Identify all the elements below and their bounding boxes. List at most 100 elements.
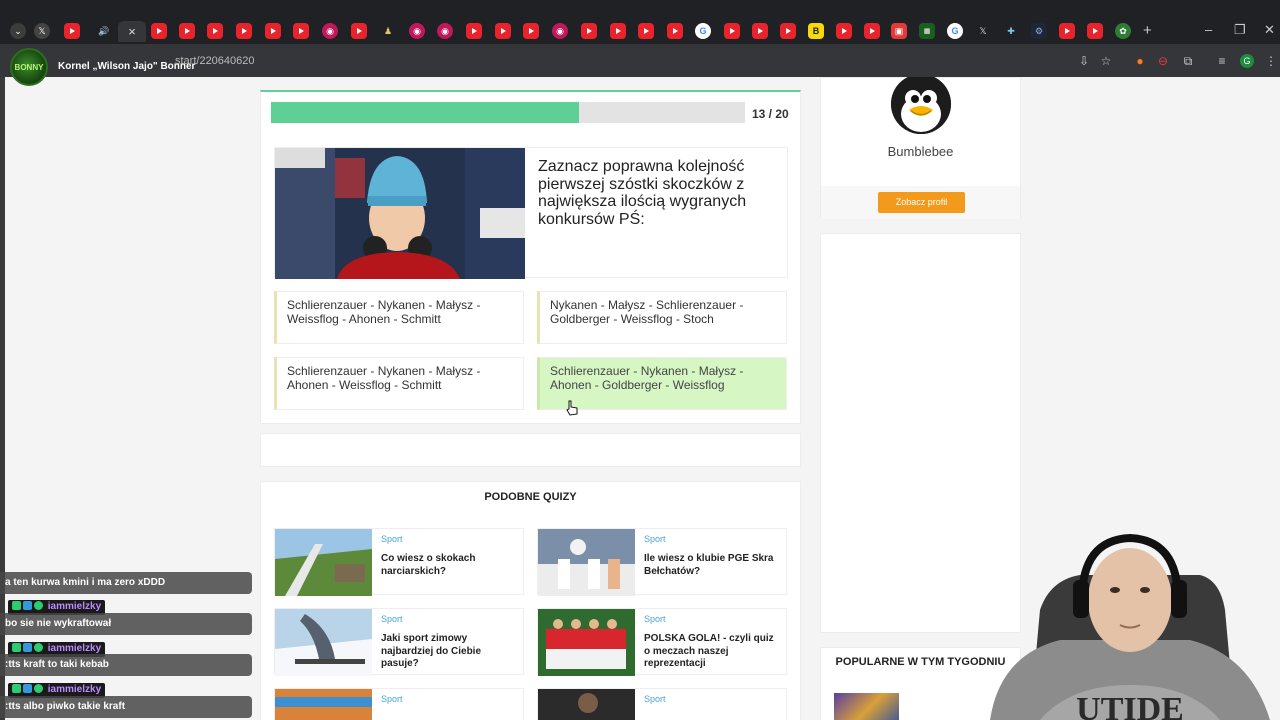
tab-youtube-icon[interactable]: [151, 23, 167, 39]
answer-option[interactable]: Schlierenzauer - Nykanen - Małysz - Weis…: [274, 291, 524, 344]
quiz-category[interactable]: Sport: [644, 534, 666, 544]
tab-record-icon[interactable]: ◉: [552, 23, 568, 39]
chat-user-name: iammielzky: [47, 601, 102, 612]
tab-youtube-icon[interactable]: [1059, 23, 1075, 39]
answer-option[interactable]: Nykanen - Małysz - Schlierenzauer - Gold…: [537, 291, 787, 344]
answer-text: Schlierenzauer - Nykanen - Małysz - Ahon…: [550, 364, 744, 392]
quiz-category[interactable]: Sport: [644, 694, 666, 704]
tab-youtube-icon[interactable]: [495, 23, 511, 39]
quiz-category[interactable]: Sport: [381, 614, 403, 624]
quiz-category[interactable]: Sport: [644, 614, 666, 624]
tab-plus-icon[interactable]: ✚: [1003, 23, 1019, 39]
tab-youtube-icon[interactable]: [236, 23, 252, 39]
chat-message: :tts kraft to taki kebab: [0, 654, 252, 676]
menu-icon[interactable]: ⋮: [1264, 54, 1278, 68]
quiz-card-link[interactable]: Sport: [537, 688, 787, 720]
chat-text: bo sie nie wykraftował: [5, 618, 112, 629]
quiz-card-link[interactable]: Sport Ile wiesz o klubie PGE Skra Bełcha…: [537, 528, 787, 596]
quiz-card-link[interactable]: Sport POLSKA GOLA! - czyli quiz o meczac…: [537, 608, 787, 676]
webcam-overlay: UTIDE: [970, 520, 1280, 720]
tab-youtube-icon[interactable]: [610, 23, 626, 39]
quiz-title[interactable]: Ile wiesz o klubie PGE Skra Bełchatów?: [644, 553, 782, 578]
popular-thumbnail[interactable]: [834, 693, 899, 720]
tab-youtube-icon[interactable]: [1087, 23, 1103, 39]
tab-audio-icon[interactable]: 🔊: [96, 23, 112, 39]
media-icon[interactable]: ≡: [1215, 54, 1229, 68]
quiz-title[interactable]: Jaki sport zimowy najbardziej do Ciebie …: [381, 633, 519, 671]
progress-fill: [271, 102, 580, 123]
answer-text: Schlierenzauer - Nykanen - Małysz - Ahon…: [287, 364, 481, 392]
tab-x-icon[interactable]: 𝕏: [34, 23, 50, 39]
quiz-title[interactable]: Co wiesz o skokach narciarskich?: [381, 553, 519, 578]
badge-icon: [34, 643, 43, 652]
tab-person-icon[interactable]: ♟: [380, 23, 396, 39]
tab-shop-icon[interactable]: ▣: [891, 23, 907, 39]
tab-record-icon[interactable]: ◉: [437, 23, 453, 39]
tab-youtube-icon[interactable]: [638, 23, 654, 39]
tab-google-icon[interactable]: G: [695, 23, 711, 39]
tab-google-icon[interactable]: G: [947, 23, 963, 39]
chat-user-name: iammielzky: [47, 684, 102, 695]
close-window-icon[interactable]: ✕: [1264, 22, 1275, 38]
tab-youtube-icon[interactable]: [581, 23, 597, 39]
maximize-icon[interactable]: ❐: [1234, 22, 1246, 38]
quiz-category[interactable]: Sport: [381, 694, 403, 704]
tab-youtube-icon[interactable]: [667, 23, 683, 39]
adblock-icon[interactable]: ⊖: [1156, 54, 1170, 68]
tab-youtube-icon[interactable]: [207, 23, 223, 39]
close-tab-icon[interactable]: ×: [128, 24, 136, 39]
tab-youtube-icon[interactable]: [752, 23, 768, 39]
new-tab-icon[interactable]: +: [1143, 22, 1152, 39]
badge-icon: [23, 643, 32, 652]
tab-youtube-icon[interactable]: [293, 23, 309, 39]
quiz-card: 13 / 20 Zaznacz poprawna kolejność pierw…: [260, 90, 801, 424]
tab-youtube-icon[interactable]: [836, 23, 852, 39]
quiz-title[interactable]: POLSKA GOLA! - czyli quiz o meczach nasz…: [644, 633, 782, 671]
tab-bolt-icon[interactable]: B: [808, 23, 824, 39]
profile-name[interactable]: Bumblebee: [821, 144, 1020, 159]
tab-youtube-icon[interactable]: [780, 23, 796, 39]
tab-record-icon[interactable]: ◉: [409, 23, 425, 39]
extension-icon[interactable]: ●: [1133, 54, 1147, 68]
answer-option[interactable]: Schlierenzauer - Nykanen - Małysz - Ahon…: [274, 357, 524, 410]
tab-youtube-icon[interactable]: [265, 23, 281, 39]
progress-count: 13 / 20: [752, 107, 789, 121]
install-icon[interactable]: ⇩: [1077, 54, 1091, 68]
active-tab[interactable]: ×: [118, 21, 146, 42]
tab-youtube-icon[interactable]: [466, 23, 482, 39]
view-profile-button[interactable]: Zobacz profil: [878, 192, 965, 213]
tab-youtube-icon[interactable]: [351, 23, 367, 39]
tab-steam-icon[interactable]: ⚙: [1031, 23, 1047, 39]
tab-x-icon[interactable]: 𝕏: [975, 23, 991, 39]
quiz-thumbnail: [538, 609, 635, 676]
chat-text: :tts albo piwko takie kraft: [5, 701, 126, 712]
tab-youtube-icon[interactable]: [864, 23, 880, 39]
quiz-card-link[interactable]: Sport Co wiesz o skokach narciarskich?: [274, 528, 524, 596]
puzzle-icon[interactable]: ⧉: [1181, 54, 1195, 68]
tab-app-icon[interactable]: ▦: [919, 23, 935, 39]
channel-name: Kornel „Wilson Jajo" Bonner: [58, 61, 196, 72]
chat-text: :tts kraft to taki kebab: [5, 659, 109, 670]
quiz-card-link[interactable]: Sport Jaki sport zimowy najbardziej do C…: [274, 608, 524, 676]
tab-record-icon[interactable]: ◉: [322, 23, 338, 39]
tab-youtube-icon[interactable]: [179, 23, 195, 39]
channel-logo: BONNY: [10, 48, 48, 86]
quiz-card-link[interactable]: Sport: [274, 688, 524, 720]
section-title: PODOBNE QUIZY: [484, 491, 577, 503]
ad-placeholder: [260, 433, 801, 467]
tab-search-icon[interactable]: ⌄: [10, 23, 26, 39]
tab-leaf-icon[interactable]: ✿: [1115, 23, 1131, 39]
tab-youtube-icon[interactable]: [64, 23, 80, 39]
tab-youtube-icon[interactable]: [724, 23, 740, 39]
chat-message: bo sie nie wykraftował: [0, 613, 252, 635]
chat-text: a ten kurwa kmini i ma zero xDDD: [5, 577, 166, 588]
minimize-icon[interactable]: –: [1205, 22, 1212, 37]
bookmark-star-icon[interactable]: ☆: [1099, 54, 1113, 68]
quiz-thumbnail: [275, 609, 372, 676]
quiz-category[interactable]: Sport: [381, 534, 403, 544]
author-profile: Bumblebee Zobacz profil: [820, 77, 1021, 219]
chat-message: a ten kurwa kmini i ma zero xDDD: [0, 572, 252, 594]
profile-avatar-icon[interactable]: G: [1240, 54, 1254, 68]
quiz-thumbnail: [275, 529, 372, 596]
tab-youtube-icon[interactable]: [523, 23, 539, 39]
